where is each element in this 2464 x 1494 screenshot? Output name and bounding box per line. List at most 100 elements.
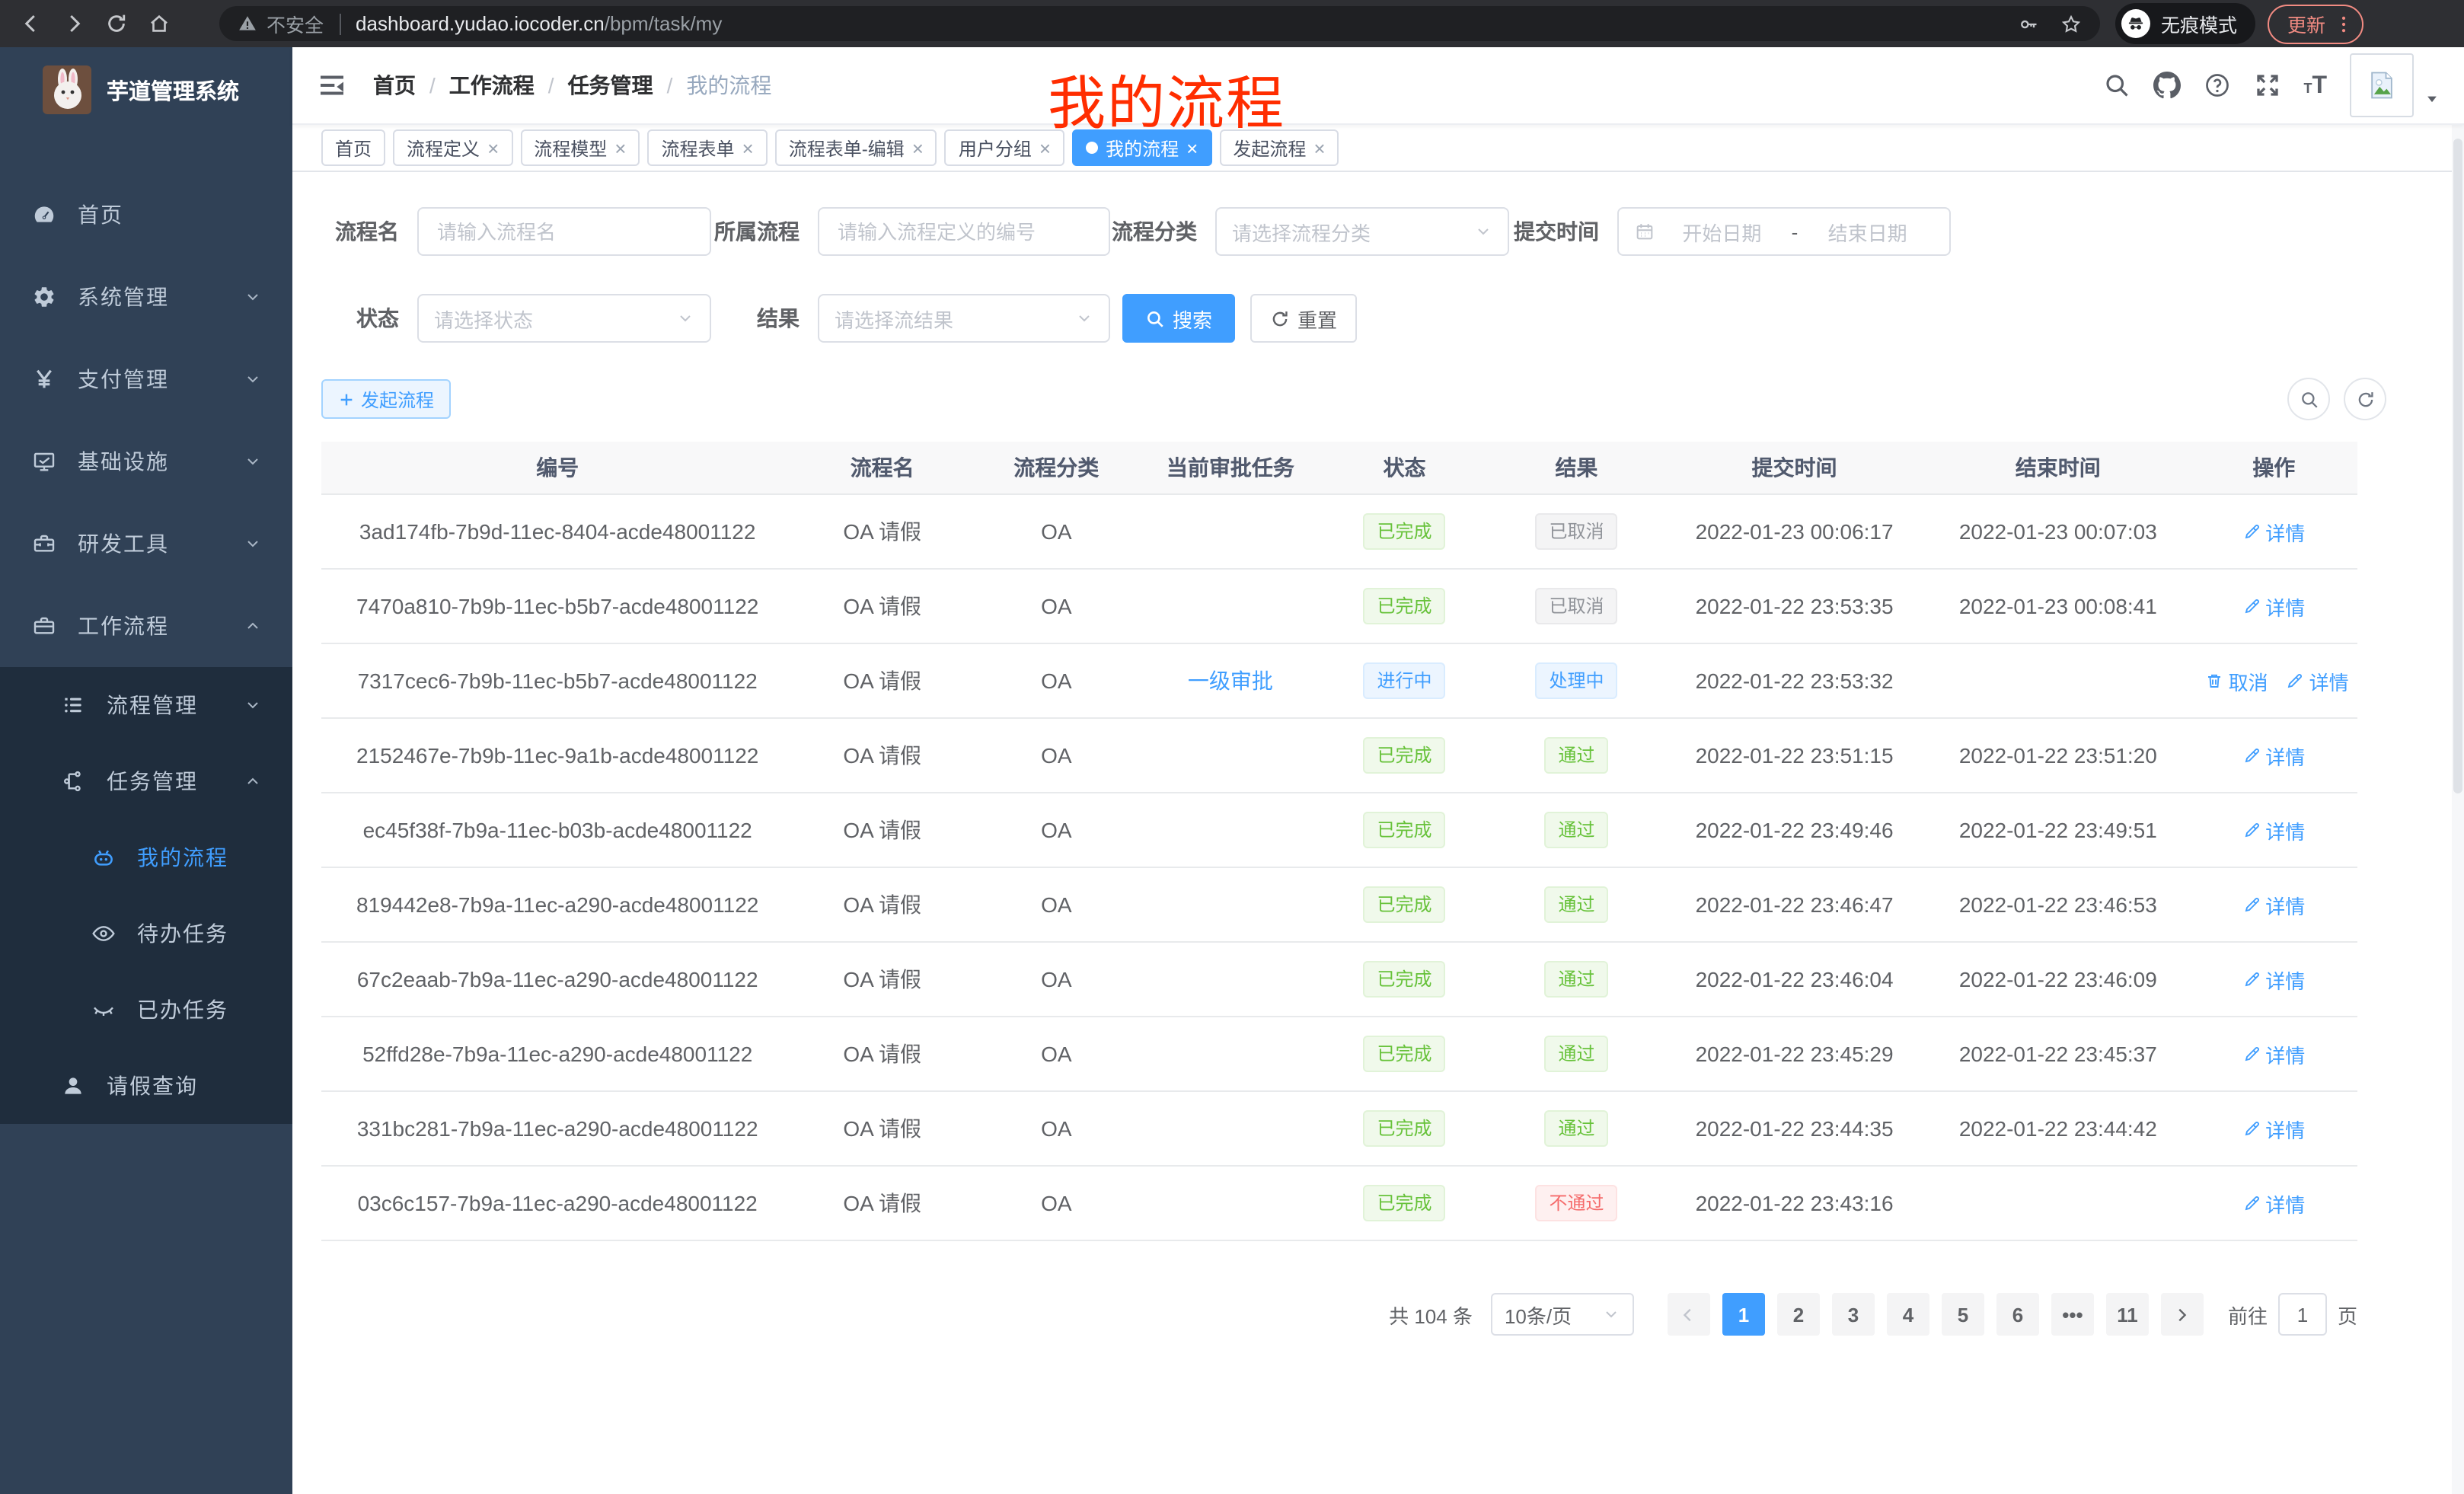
breadcrumb-item[interactable]: 工作流程 — [449, 70, 535, 101]
cell-process-name: OA 请假 — [793, 1166, 971, 1240]
detail-link[interactable]: 详情 — [2242, 816, 2305, 844]
show-search-button[interactable] — [2287, 378, 2330, 420]
tab[interactable]: 用户分组× — [945, 129, 1064, 166]
reset-button[interactable]: 重置 — [1250, 294, 1357, 343]
close-icon[interactable]: × — [912, 138, 924, 158]
key-icon[interactable] — [2018, 13, 2039, 34]
fullscreen-icon[interactable] — [2253, 72, 2280, 99]
search-button[interactable]: 搜索 — [1122, 294, 1235, 343]
sidebar-item-done-tasks[interactable]: 已办任务 — [0, 972, 292, 1048]
back-button[interactable] — [9, 2, 52, 45]
sidebar-item-devtools[interactable]: 研发工具 — [0, 503, 292, 585]
forward-button[interactable] — [52, 2, 94, 45]
avatar-caret-icon[interactable] — [2424, 91, 2440, 107]
page-button[interactable]: 4 — [1887, 1293, 1929, 1336]
sidebar-item-system[interactable]: 系统管理 — [0, 256, 292, 338]
result-badge: 通过 — [1544, 1110, 1608, 1147]
close-icon[interactable]: × — [614, 138, 626, 158]
page-button[interactable]: 5 — [1942, 1293, 1984, 1336]
sidebar-item-leave-query[interactable]: 请假查询 — [0, 1048, 292, 1124]
cell-actions: 详情 — [2191, 569, 2357, 643]
menu-dots-icon[interactable] — [2333, 13, 2354, 34]
detail-link[interactable]: 详情 — [2242, 592, 2305, 621]
tab-label: 流程定义 — [407, 135, 480, 161]
status-badge: 已完成 — [1364, 588, 1446, 624]
close-icon[interactable]: × — [1186, 138, 1198, 158]
home-button[interactable] — [137, 2, 180, 45]
breadcrumb-item[interactable]: 任务管理 — [568, 70, 653, 101]
search-icon[interactable] — [2102, 72, 2130, 99]
page-button[interactable]: 1 — [1722, 1293, 1765, 1336]
status-select[interactable]: 请选择状态 — [417, 294, 711, 343]
sidebar-item-todo-tasks[interactable]: 待办任务 — [0, 895, 292, 972]
github-icon[interactable] — [2153, 72, 2180, 99]
detail-link[interactable]: 详情 — [2242, 965, 2305, 994]
detail-link[interactable]: 详情 — [2287, 666, 2349, 695]
sidebar-item-payment[interactable]: 支付管理 — [0, 338, 292, 420]
next-page-button[interactable] — [2161, 1293, 2204, 1336]
sidebar-collapse-icon[interactable] — [317, 70, 347, 101]
sidebar-item-infrastructure[interactable]: 基础设施 — [0, 420, 292, 503]
font-size-icon[interactable]: TT — [2303, 74, 2327, 97]
sidebar-item-my-process[interactable]: 我的流程 — [0, 819, 292, 895]
sidebar-item-home[interactable]: 首页 — [0, 174, 292, 256]
page-button[interactable]: 11 — [2106, 1293, 2149, 1336]
tab[interactable]: 流程定义 × — [393, 129, 512, 166]
close-icon[interactable]: × — [487, 138, 499, 158]
reload-button[interactable] — [94, 2, 137, 45]
tab[interactable]: 流程表单-编辑× — [775, 129, 937, 166]
sidebar-item-workflow[interactable]: 工作流程 — [0, 585, 292, 667]
detail-link[interactable]: 详情 — [2242, 741, 2305, 770]
page-button[interactable]: 2 — [1777, 1293, 1820, 1336]
cell-actions: 详情 — [2191, 793, 2357, 867]
help-icon[interactable] — [2203, 72, 2230, 99]
sidebar-item-process-mgmt[interactable]: 流程管理 — [0, 667, 292, 743]
sidebar-item-task-mgmt[interactable]: 任务管理 — [0, 743, 292, 819]
process-name-input[interactable] — [417, 207, 711, 256]
detail-link[interactable]: 详情 — [2242, 1114, 2305, 1143]
result-select[interactable]: 请选择流结果 — [818, 294, 1110, 343]
process-definition-input[interactable] — [818, 207, 1110, 256]
tab[interactable]: 流程表单× — [647, 129, 767, 166]
refresh-table-button[interactable] — [2344, 378, 2386, 420]
star-icon[interactable] — [2060, 13, 2082, 34]
cancel-link[interactable]: 取消 — [2206, 666, 2268, 695]
detail-link[interactable]: 详情 — [2242, 1039, 2305, 1068]
cell-submit-time: 2022-01-22 23:44:35 — [1663, 1091, 1926, 1166]
action-label: 详情 — [2265, 890, 2305, 919]
prev-page-button[interactable] — [1668, 1293, 1710, 1336]
close-icon[interactable]: × — [1039, 138, 1051, 158]
detail-link[interactable]: 详情 — [2242, 1189, 2305, 1218]
action-label: 取消 — [2229, 666, 2268, 695]
update-button[interactable]: 更新 — [2268, 4, 2363, 43]
avatar[interactable] — [2350, 53, 2414, 117]
page-button[interactable]: ••• — [2051, 1293, 2094, 1336]
detail-link[interactable]: 详情 — [2242, 890, 2305, 919]
cell-end-time — [1926, 643, 2191, 718]
cell-category: OA — [971, 718, 1142, 793]
current-task-link[interactable]: 一级审批 — [1188, 669, 1273, 693]
tab[interactable]: 流程模型× — [520, 129, 640, 166]
detail-link[interactable]: 详情 — [2242, 517, 2305, 546]
tab[interactable]: 首页 — [321, 129, 385, 166]
page-button[interactable]: 6 — [1996, 1293, 2039, 1336]
result-label: 结果 — [711, 303, 800, 334]
page-size-select[interactable]: 10条/页 — [1491, 1293, 1634, 1336]
address-bar[interactable]: 不安全 dashboard.yudao.iocoder.cn /bpm/task… — [219, 6, 2100, 41]
edit-icon — [2242, 970, 2261, 988]
page-button[interactable]: 3 — [1832, 1293, 1875, 1336]
create-process-button[interactable]: 发起流程 — [321, 379, 451, 419]
scrollbar-thumb[interactable] — [2453, 139, 2462, 793]
submit-time-range[interactable]: 开始日期 - 结束日期 — [1617, 207, 1951, 256]
status-badge: 已完成 — [1364, 1036, 1446, 1072]
category-select[interactable]: 请选择流程分类 — [1215, 207, 1509, 256]
scrollbar[interactable] — [2452, 47, 2464, 1494]
close-icon[interactable]: × — [742, 138, 754, 158]
cell-status: 已完成 — [1319, 942, 1490, 1017]
close-icon[interactable]: × — [1313, 138, 1325, 158]
table-row: 2152467e-7b9b-11ec-9a1b-acde48001122OA 请… — [321, 718, 2357, 793]
goto-page-input[interactable] — [2278, 1293, 2327, 1336]
incognito-badge: 无痕模式 — [2115, 3, 2255, 44]
breadcrumb-item[interactable]: 首页 — [373, 70, 416, 101]
chevron-down-icon — [244, 452, 262, 471]
